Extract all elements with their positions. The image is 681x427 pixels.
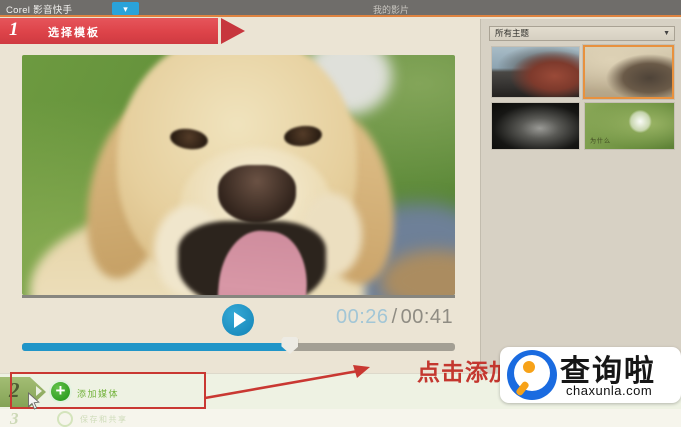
seek-handle[interactable]	[281, 337, 299, 354]
step1-label: 选择模板	[48, 27, 100, 39]
play-icon	[234, 312, 246, 328]
progress-fill	[22, 343, 291, 351]
magnifier-icon	[507, 350, 557, 400]
seek-bar[interactable]	[22, 337, 455, 354]
theme-filter-label: 所有主题	[495, 28, 530, 38]
dropdown-arrow-icon: ▼	[663, 30, 670, 37]
step3-row[interactable]: 3 保存和共享	[0, 409, 681, 427]
time-separator: /	[391, 306, 398, 328]
template-thumb-bus-vintage-selected[interactable]	[583, 45, 674, 99]
current-time: 00:26	[336, 306, 389, 328]
plus-icon: +	[55, 381, 66, 400]
time-display: 00:26 / 00:41	[336, 306, 456, 329]
total-time: 00:41	[400, 306, 454, 328]
step2-number: 2	[9, 378, 20, 402]
preview-image	[22, 55, 455, 295]
chevron-right-icon	[36, 386, 42, 396]
step1-banner-arrow-icon	[221, 18, 245, 44]
step1-banner[interactable]: 1 选择模板	[0, 18, 218, 44]
chevron-down-icon: ▾	[123, 4, 128, 14]
save-share-icon	[57, 411, 73, 427]
title-bar: Corel 影音快手 ▾ 我的影片	[0, 0, 681, 17]
template-thumb-bus-color[interactable]	[492, 47, 579, 97]
template-thumb-dandelion[interactable]: 为什么	[585, 103, 674, 149]
watermark-domain: chaxunla.com	[566, 383, 653, 398]
add-media-button[interactable]: +	[49, 380, 72, 403]
thumbnail-caption: 为什么	[590, 139, 612, 145]
preview-bottom-edge	[22, 295, 455, 298]
add-media-label: 添加媒体	[77, 389, 120, 399]
watermark-logo: 查询啦 chaxunla.com	[500, 347, 681, 403]
theme-filter-dropdown[interactable]: 所有主题 ▼	[489, 26, 675, 41]
annotation-text: 点击添加	[417, 359, 513, 385]
tab-my-movie[interactable]: 我的影片	[373, 3, 409, 16]
template-thumb-bus-mono[interactable]	[492, 103, 579, 149]
app-window: Corel 影音快手 ▾ 我的影片 1 选择模板 00:26 / 00:41 所…	[0, 0, 681, 427]
app-title: Corel 影音快手	[6, 5, 73, 16]
photo-shape	[218, 165, 296, 223]
app-menu-button[interactable]: ▾	[112, 2, 139, 15]
step3-label: 保存和共享	[80, 415, 128, 424]
step3-number: 3	[10, 409, 19, 427]
play-button[interactable]	[222, 304, 254, 336]
step1-number: 1	[9, 19, 19, 40]
magnifier-ring	[523, 361, 535, 373]
